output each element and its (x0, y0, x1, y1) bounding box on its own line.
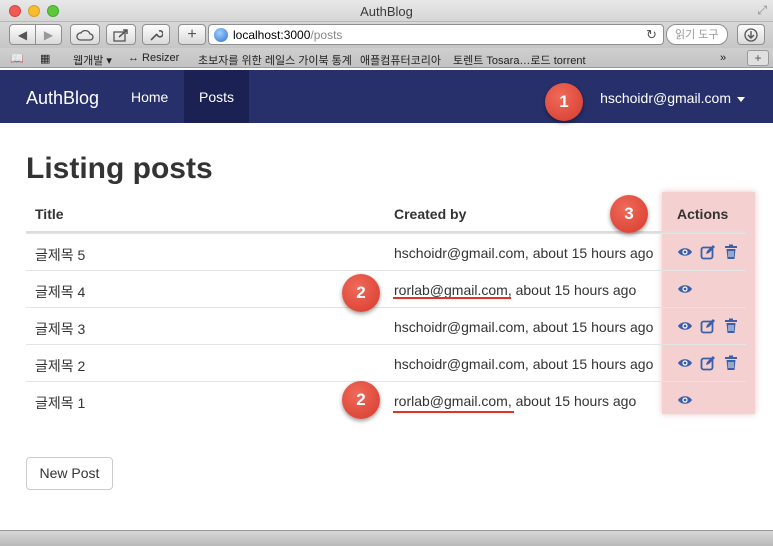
icloud-tabs-button[interactable] (70, 24, 100, 45)
row-actions (677, 392, 693, 408)
bookmark-item[interactable]: 토렌트 Tosara…로드 torrent (453, 52, 586, 68)
eye-icon[interactable] (677, 244, 693, 260)
caret-down-icon (737, 96, 745, 102)
row-actions (677, 281, 693, 297)
url-host: localhost:3000 (233, 28, 311, 42)
eye-icon[interactable] (677, 392, 693, 408)
post-author: rorlab@gmail.com (394, 282, 508, 298)
bookmark-item[interactable]: 웹개발 ▾ (73, 52, 112, 68)
post-created-by: hschoidr@gmail.com, about 15 hours ago (394, 319, 653, 335)
table-row: 글제목 5 hschoidr@gmail.com, about 15 hours … (26, 233, 746, 270)
reader-label: 읽기 도구 (675, 29, 719, 41)
post-created-by: hschoidr@gmail.com, about 15 hours ago (394, 356, 653, 372)
post-created-by: hschoidr@gmail.com, about 15 hours ago (394, 245, 653, 261)
callout-marker: 2 (342, 381, 380, 419)
nav-home[interactable]: Home (116, 70, 183, 123)
post-title: 글제목 2 (35, 358, 86, 374)
reader-button[interactable]: 읽기 도구 (666, 24, 728, 45)
author-underline (393, 297, 511, 299)
back-button[interactable]: ◀ (9, 24, 36, 45)
post-created-by: rorlab@gmail.com, about 15 hours ago (394, 393, 636, 409)
user-dropdown[interactable]: hschoidr@gmail.com (600, 90, 745, 106)
post-title: 글제목 3 (35, 321, 86, 337)
trash-icon[interactable] (723, 244, 739, 260)
app-navbar: AuthBlog Home Posts hschoidr@gmail.com (0, 70, 773, 123)
row-actions (677, 355, 739, 371)
callout-marker: 2 (342, 274, 380, 312)
address-bar[interactable]: localhost:3000/posts ↻ (208, 24, 664, 45)
top-sites-icon[interactable]: ▦ (40, 52, 50, 65)
forward-button[interactable]: ▶ (35, 24, 62, 45)
bookmark-item[interactable]: ↔ Resizer (128, 52, 179, 64)
post-author: hschoidr@gmail.com (394, 356, 525, 372)
window-title: AuthBlog (360, 4, 413, 19)
post-time: , about 15 hours ago (524, 245, 654, 261)
plus-icon: + (187, 25, 197, 43)
author-underline (393, 411, 514, 413)
bookmark-item[interactable]: 애플컴퓨터코리아 (360, 52, 441, 68)
row-actions (677, 318, 739, 334)
eye-icon[interactable] (677, 281, 693, 297)
add-bookmark-button[interactable]: + (178, 24, 206, 45)
page-title: Listing posts (26, 152, 213, 185)
edit-icon[interactable] (700, 318, 716, 334)
reload-icon[interactable]: ↻ (646, 27, 657, 43)
nav-posts[interactable]: Posts (184, 70, 250, 123)
download-icon (744, 27, 758, 42)
post-title: 글제목 5 (35, 247, 86, 263)
eye-icon[interactable] (677, 355, 693, 371)
new-post-button[interactable]: New Post (26, 457, 113, 490)
edit-icon[interactable] (700, 355, 716, 371)
trash-icon[interactable] (723, 318, 739, 334)
table-row: 글제목 4 rorlab@gmail.com, about 15 hours ag… (26, 270, 746, 307)
trash-icon[interactable] (723, 355, 739, 371)
more-bookmarks-icon[interactable]: » (720, 52, 726, 64)
post-author: hschoidr@gmail.com (394, 319, 525, 335)
table-row: 글제목 2 hschoidr@gmail.com, about 15 hours … (26, 344, 746, 381)
forward-arrow-icon: ▶ (43, 27, 54, 42)
post-author: rorlab@gmail.com (394, 393, 508, 409)
row-actions (677, 244, 739, 260)
post-author: hschoidr@gmail.com (394, 245, 525, 261)
globe-icon (214, 28, 228, 42)
downloads-button[interactable] (737, 24, 765, 45)
column-header-actions: Actions (677, 206, 729, 222)
new-tab-button[interactable]: + (747, 50, 769, 66)
fullscreen-icon[interactable]: ⤢ (757, 3, 767, 18)
post-time: , about 15 hours ago (524, 319, 654, 335)
share-icon (113, 28, 128, 42)
back-arrow-icon: ◀ (17, 27, 28, 42)
tools-button[interactable] (142, 24, 170, 45)
brand-link[interactable]: AuthBlog (26, 88, 99, 109)
cloud-icon (76, 29, 94, 41)
post-time: , about 15 hours ago (507, 282, 637, 298)
window-titlebar: AuthBlog ⤢ (0, 0, 773, 22)
url-path: /posts (310, 28, 343, 42)
edit-icon[interactable] (700, 244, 716, 260)
url-text: localhost:3000/posts (233, 28, 342, 42)
callout-marker: 1 (545, 83, 583, 121)
window-bottom-bar (0, 530, 773, 546)
post-title: 글제목 4 (35, 284, 86, 300)
wrench-icon (150, 29, 163, 41)
share-button[interactable] (106, 24, 136, 45)
browser-toolbar: ◀ ▶ + localhost:3000/posts ↻ 읽기 도구 (0, 22, 773, 48)
user-email: hschoidr@gmail.com (600, 90, 731, 106)
post-created-by: rorlab@gmail.com, about 15 hours ago (394, 282, 636, 298)
bookmark-item[interactable]: 초보자를 위한 레일스 가이북 통계 (198, 52, 352, 68)
post-title: 글제목 1 (35, 395, 86, 411)
post-time: , about 15 hours ago (524, 356, 654, 372)
table-row: 글제목 3 hschoidr@gmail.com, about 15 hours … (26, 307, 746, 344)
column-header-title: Title (35, 206, 64, 222)
callout-marker: 3 (610, 195, 648, 233)
post-time: , about 15 hours ago (507, 393, 637, 409)
column-header-created-by: Created by (394, 206, 467, 222)
bookmarks-bar: 📖 ▦ 웹개발 ▾ ↔ Resizer 초보자를 위한 레일스 가이북 통계 애… (0, 48, 773, 68)
eye-icon[interactable] (677, 318, 693, 334)
table-row: 글제목 1 rorlab@gmail.com, about 15 hours ag… (26, 381, 746, 418)
reading-list-icon[interactable]: 📖 (10, 52, 24, 65)
